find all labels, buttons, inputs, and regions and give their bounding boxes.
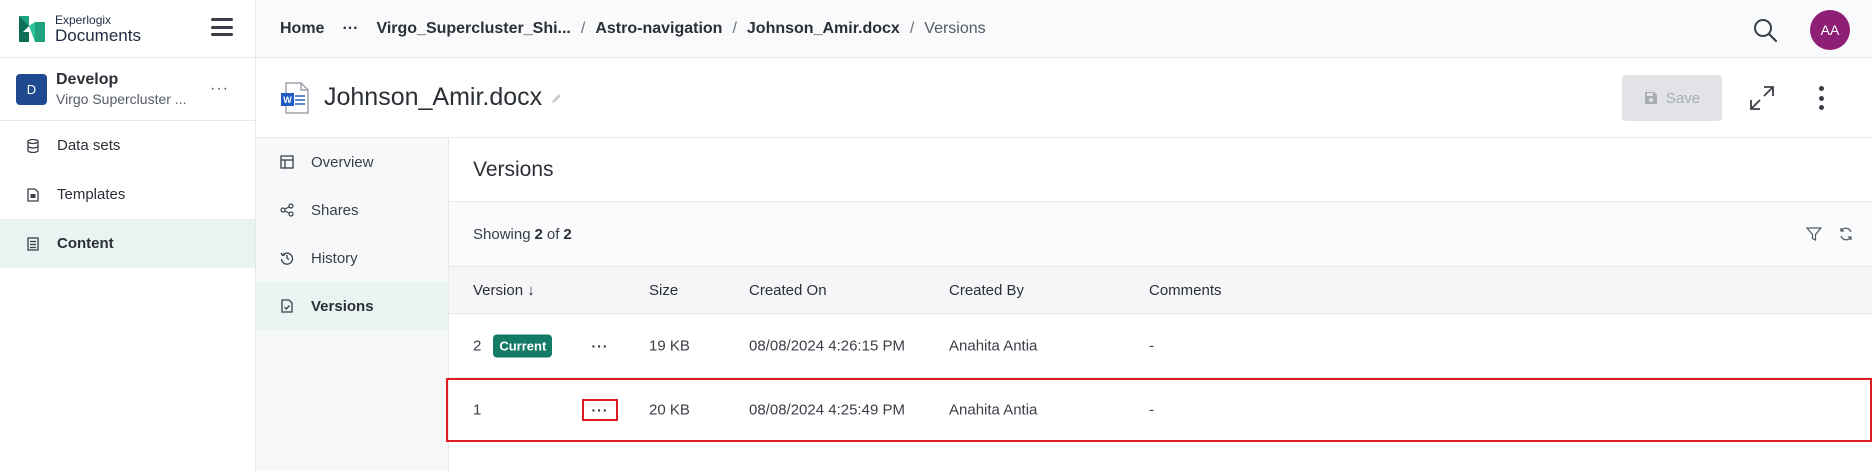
sidebar-item-label: Data sets — [57, 137, 121, 154]
save-icon — [1644, 92, 1657, 104]
more-options-icon[interactable] — [1818, 86, 1824, 110]
comments-cell: - — [1149, 401, 1154, 418]
file-check-icon — [280, 299, 294, 313]
row-actions-button[interactable]: ··· — [582, 335, 618, 357]
breadcrumb-separator: / — [732, 19, 737, 37]
comments-cell: - — [1149, 337, 1154, 354]
breadcrumb-separator: / — [909, 19, 915, 37]
breadcrumb-more[interactable]: ··· — [342, 20, 358, 38]
sidebar-item-label: Templates — [57, 186, 126, 203]
content-icon — [26, 236, 40, 252]
created-on-cell: 08/08/2024 4:26:15 PM — [749, 337, 905, 354]
column-header-version[interactable]: Version ↓ — [473, 282, 535, 299]
breadcrumb-current: Versions — [924, 19, 986, 37]
column-header-comments[interactable]: Comments — [1149, 282, 1222, 299]
version-number: 2 — [473, 337, 482, 354]
size-cell: 19 KB — [649, 337, 690, 354]
tab-versions[interactable]: Versions — [256, 282, 448, 330]
version-cell: 2 Current — [473, 334, 553, 357]
project-badge: D — [16, 73, 47, 105]
left-sidebar: Experlogix Documents D Develop Virgo Sup… — [0, 0, 256, 471]
showing-count: 2 — [534, 225, 543, 243]
logo-text: Experlogix Documents — [55, 14, 141, 44]
column-header-size[interactable]: Size — [649, 282, 678, 299]
current-badge: Current — [493, 334, 553, 357]
tab-shares[interactable]: Shares — [256, 186, 448, 234]
column-header-created-on[interactable]: Created On — [749, 282, 827, 299]
showing-prefix: Showing — [473, 225, 531, 243]
refresh-icon[interactable] — [1838, 226, 1854, 242]
save-button[interactable]: Save — [1622, 75, 1722, 121]
created-on-cell: 08/08/2024 4:25:49 PM — [749, 401, 905, 418]
showing-total: 2 — [563, 225, 572, 243]
project-subtitle: Virgo Supercluster ... — [56, 91, 187, 107]
breadcrumb-item[interactable]: Johnson_Amir.docx — [747, 20, 900, 38]
top-bar: Home ··· Virgo_Supercluster_Shi... / Ast… — [256, 0, 1872, 58]
column-header-created-by[interactable]: Created By — [949, 282, 1024, 299]
edit-title-pencil-icon[interactable] — [550, 91, 564, 105]
project-selector[interactable]: D Develop Virgo Supercluster ... ··· — [0, 58, 255, 121]
results-count: Showing 2 of 2 — [449, 202, 1872, 267]
table-row[interactable]: 2 Current ··· 19 KB 08/08/2024 4:26:15 PM… — [449, 314, 1872, 378]
tab-history[interactable]: History — [256, 234, 448, 282]
created-by-cell: Anahita Antia — [949, 401, 1038, 418]
sidebar-item-templates[interactable]: Templates — [0, 170, 255, 219]
share-icon — [280, 203, 294, 217]
history-icon — [280, 251, 294, 265]
breadcrumb-separator: / — [580, 19, 586, 37]
page-title: Versions — [449, 138, 1872, 202]
breadcrumb-item[interactable]: Virgo_Supercluster_Shi... — [376, 20, 570, 38]
grid-icon — [280, 155, 294, 169]
document-header: W Johnson_Amir.docx Save — [256, 58, 1872, 138]
logo-line2: Documents — [55, 25, 141, 45]
versions-panel: Versions Showing 2 of 2 Version ↓ Size C… — [446, 138, 1872, 471]
expand-icon[interactable] — [1749, 85, 1775, 111]
save-label: Save — [1665, 89, 1701, 107]
sidebar-item-content[interactable]: Content — [0, 219, 255, 268]
user-avatar[interactable]: AA — [1810, 10, 1850, 50]
project-more-icon[interactable]: ··· — [210, 80, 229, 98]
tab-label: Overview — [311, 153, 374, 171]
project-name: Develop — [56, 71, 119, 88]
tab-label: History — [311, 249, 358, 267]
document-title: Johnson_Amir.docx — [324, 83, 543, 111]
logo-row: Experlogix Documents — [0, 0, 255, 58]
tab-overview[interactable]: Overview — [256, 138, 448, 186]
experlogix-logo-icon — [19, 15, 45, 42]
tab-label: Shares — [311, 201, 359, 219]
showing-of: of — [546, 225, 560, 243]
sidebar-item-label: Content — [57, 235, 114, 252]
breadcrumb-home[interactable]: Home — [280, 20, 324, 38]
created-by-cell: Anahita Antia — [949, 337, 1038, 354]
version-number: 1 — [473, 401, 482, 418]
word-document-icon: W — [280, 81, 310, 114]
sidebar-item-data-sets[interactable]: Data sets — [0, 121, 255, 170]
table-header: Version ↓ Size Created On Created By Com… — [449, 267, 1872, 314]
svg-text:W: W — [283, 95, 292, 105]
breadcrumb-item[interactable]: Astro-navigation — [595, 20, 722, 38]
filter-icon[interactable] — [1805, 226, 1823, 242]
logo-line1: Experlogix — [55, 12, 112, 27]
menu-icon[interactable] — [211, 18, 233, 36]
template-icon — [26, 187, 40, 203]
size-cell: 20 KB — [649, 401, 690, 418]
database-icon — [26, 138, 40, 154]
search-icon[interactable] — [1752, 17, 1778, 43]
document-subnav: Overview Shares History Versions — [256, 138, 449, 471]
tab-label: Versions — [311, 297, 374, 315]
table-row[interactable]: 1 ··· 20 KB 08/08/2024 4:25:49 PM Anahit… — [446, 378, 1872, 442]
row-actions-button[interactable]: ··· — [582, 398, 618, 421]
